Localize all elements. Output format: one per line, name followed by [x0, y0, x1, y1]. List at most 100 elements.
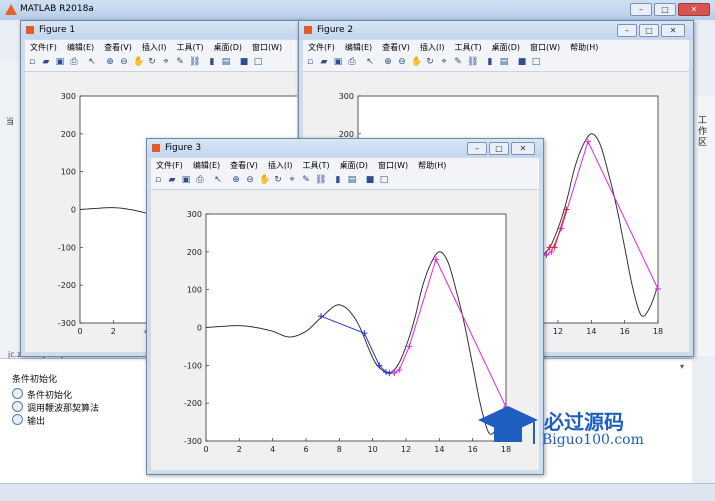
rotate-icon[interactable]: ↻ — [425, 57, 435, 67]
script-icon — [12, 388, 23, 399]
datatip-icon[interactable]: ⌖ — [287, 175, 297, 185]
menu-help[interactable]: 帮助(H) — [413, 158, 451, 171]
list-item[interactable]: 输出 — [12, 414, 45, 427]
pointer-icon[interactable]: ↖ — [87, 57, 97, 67]
list-item[interactable]: 条件初始化 — [12, 388, 72, 401]
pan-icon[interactable]: ✋ — [259, 175, 270, 185]
y-tick-label: 100 — [61, 168, 76, 177]
pointer-icon[interactable]: ↖ — [213, 175, 223, 185]
show-icon[interactable]: □ — [379, 175, 389, 185]
menu-desktop[interactable]: 桌面(D) — [335, 158, 373, 171]
main-close-button[interactable]: ✕ — [678, 3, 710, 16]
save-icon[interactable]: ▣ — [55, 57, 65, 67]
x-tick-label: 8 — [337, 445, 342, 454]
new-icon[interactable]: ▫ — [305, 57, 315, 67]
open-icon[interactable]: ▰ — [167, 175, 177, 185]
y-tick-label: 300 — [339, 92, 354, 101]
menu-view[interactable]: 查看(V) — [225, 158, 263, 171]
menu-edit[interactable]: 编辑(E) — [188, 158, 225, 171]
figure-2-titlebar[interactable]: Figure 2 – □ ✕ — [299, 21, 693, 39]
menu-view[interactable]: 查看(V) — [99, 40, 137, 53]
menu-edit[interactable]: 编辑(E) — [340, 40, 377, 53]
menu-window[interactable]: 窗口(W) — [525, 40, 565, 53]
hide-icon[interactable]: ■ — [517, 57, 527, 67]
menu-file[interactable]: 文件(F) — [151, 158, 188, 171]
save-icon[interactable]: ▣ — [181, 175, 191, 185]
workspace-panel[interactable]: 工作区 — [692, 96, 715, 356]
rotate-icon[interactable]: ↻ — [273, 175, 283, 185]
matlab-logo-icon — [5, 4, 17, 15]
main-maximize-button[interactable]: □ — [654, 3, 676, 16]
legend-icon[interactable]: ▤ — [221, 57, 231, 67]
watermark-logo: 必过源码 Biguo100.com — [476, 400, 696, 460]
menu-view[interactable]: 查看(V) — [377, 40, 415, 53]
rotate-icon[interactable]: ↻ — [147, 57, 157, 67]
zoom-out-icon[interactable]: ⊖ — [397, 57, 407, 67]
pan-icon[interactable]: ✋ — [411, 57, 422, 67]
figure-2-close-button[interactable]: ✕ — [661, 24, 685, 37]
link-icon[interactable]: ⛓ — [189, 57, 200, 67]
zoom-in-icon[interactable]: ⊕ — [231, 175, 241, 185]
menu-file[interactable]: 文件(F) — [25, 40, 62, 53]
show-icon[interactable]: □ — [531, 57, 541, 67]
watermark-line-1: 必过源码 — [544, 410, 624, 434]
print-icon[interactable]: ⎙ — [69, 57, 79, 67]
x-tick-label: 2 — [111, 327, 116, 336]
hide-icon[interactable]: ■ — [239, 57, 249, 67]
figure-3-titlebar[interactable]: Figure 3 – □ ✕ — [147, 139, 543, 157]
figure-2-minimize-button[interactable]: – — [617, 24, 637, 37]
pointer-icon[interactable]: ↖ — [365, 57, 375, 67]
link-icon[interactable]: ⛓ — [467, 57, 478, 67]
legend-icon[interactable]: ▤ — [499, 57, 509, 67]
zoom-in-icon[interactable]: ⊕ — [383, 57, 393, 67]
main-minimize-button[interactable]: – — [630, 3, 652, 16]
print-icon[interactable]: ⎙ — [195, 175, 205, 185]
colorbar-icon[interactable]: ▮ — [485, 57, 495, 67]
menu-tools[interactable]: 工具(T) — [297, 158, 334, 171]
save-icon[interactable]: ▣ — [333, 57, 343, 67]
menu-file[interactable]: 文件(F) — [303, 40, 340, 53]
list-item[interactable]: 调用鞭波那契算法 — [12, 401, 99, 414]
brush-icon[interactable]: ✎ — [453, 57, 463, 67]
figure-3-close-button[interactable]: ✕ — [511, 142, 535, 155]
figure-3-title: Figure 3 — [165, 143, 202, 153]
section-title: 条件初始化 — [12, 375, 58, 385]
figure-icon — [304, 26, 312, 34]
legend-icon[interactable]: ▤ — [347, 175, 357, 185]
show-icon[interactable]: □ — [253, 57, 263, 67]
scroll-down-icon[interactable]: ▾ — [680, 362, 690, 372]
zoom-out-icon[interactable]: ⊖ — [119, 57, 129, 67]
colorbar-icon[interactable]: ▮ — [333, 175, 343, 185]
menu-desktop[interactable]: 桌面(D) — [209, 40, 247, 53]
menu-desktop[interactable]: 桌面(D) — [487, 40, 525, 53]
hide-icon[interactable]: ■ — [365, 175, 375, 185]
menu-window[interactable]: 窗口(W) — [373, 158, 413, 171]
figure-3-maximize-button[interactable]: □ — [489, 142, 509, 155]
open-icon[interactable]: ▰ — [319, 57, 329, 67]
menu-tools[interactable]: 工具(T) — [171, 40, 208, 53]
figure-1-titlebar[interactable]: Figure 1 — [21, 21, 301, 39]
new-icon[interactable]: ▫ — [27, 57, 37, 67]
open-icon[interactable]: ▰ — [41, 57, 51, 67]
datatip-icon[interactable]: ⌖ — [161, 57, 171, 67]
colorbar-icon[interactable]: ▮ — [207, 57, 217, 67]
menu-help[interactable]: 帮助(H) — [565, 40, 603, 53]
menu-insert[interactable]: 插入(I) — [137, 40, 172, 53]
new-icon[interactable]: ▫ — [153, 175, 163, 185]
zoom-out-icon[interactable]: ⊖ — [245, 175, 255, 185]
figure-2-maximize-button[interactable]: □ — [639, 24, 659, 37]
menu-window[interactable]: 窗口(W) — [247, 40, 287, 53]
axes-box — [205, 213, 507, 442]
menu-insert[interactable]: 插入(I) — [415, 40, 450, 53]
datatip-icon[interactable]: ⌖ — [439, 57, 449, 67]
menu-tools[interactable]: 工具(T) — [449, 40, 486, 53]
brush-icon[interactable]: ✎ — [175, 57, 185, 67]
menu-insert[interactable]: 插入(I) — [263, 158, 298, 171]
figure-3-minimize-button[interactable]: – — [467, 142, 487, 155]
pan-icon[interactable]: ✋ — [133, 57, 144, 67]
menu-edit[interactable]: 编辑(E) — [62, 40, 99, 53]
link-icon[interactable]: ⛓ — [315, 175, 326, 185]
print-icon[interactable]: ⎙ — [347, 57, 357, 67]
zoom-in-icon[interactable]: ⊕ — [105, 57, 115, 67]
brush-icon[interactable]: ✎ — [301, 175, 311, 185]
